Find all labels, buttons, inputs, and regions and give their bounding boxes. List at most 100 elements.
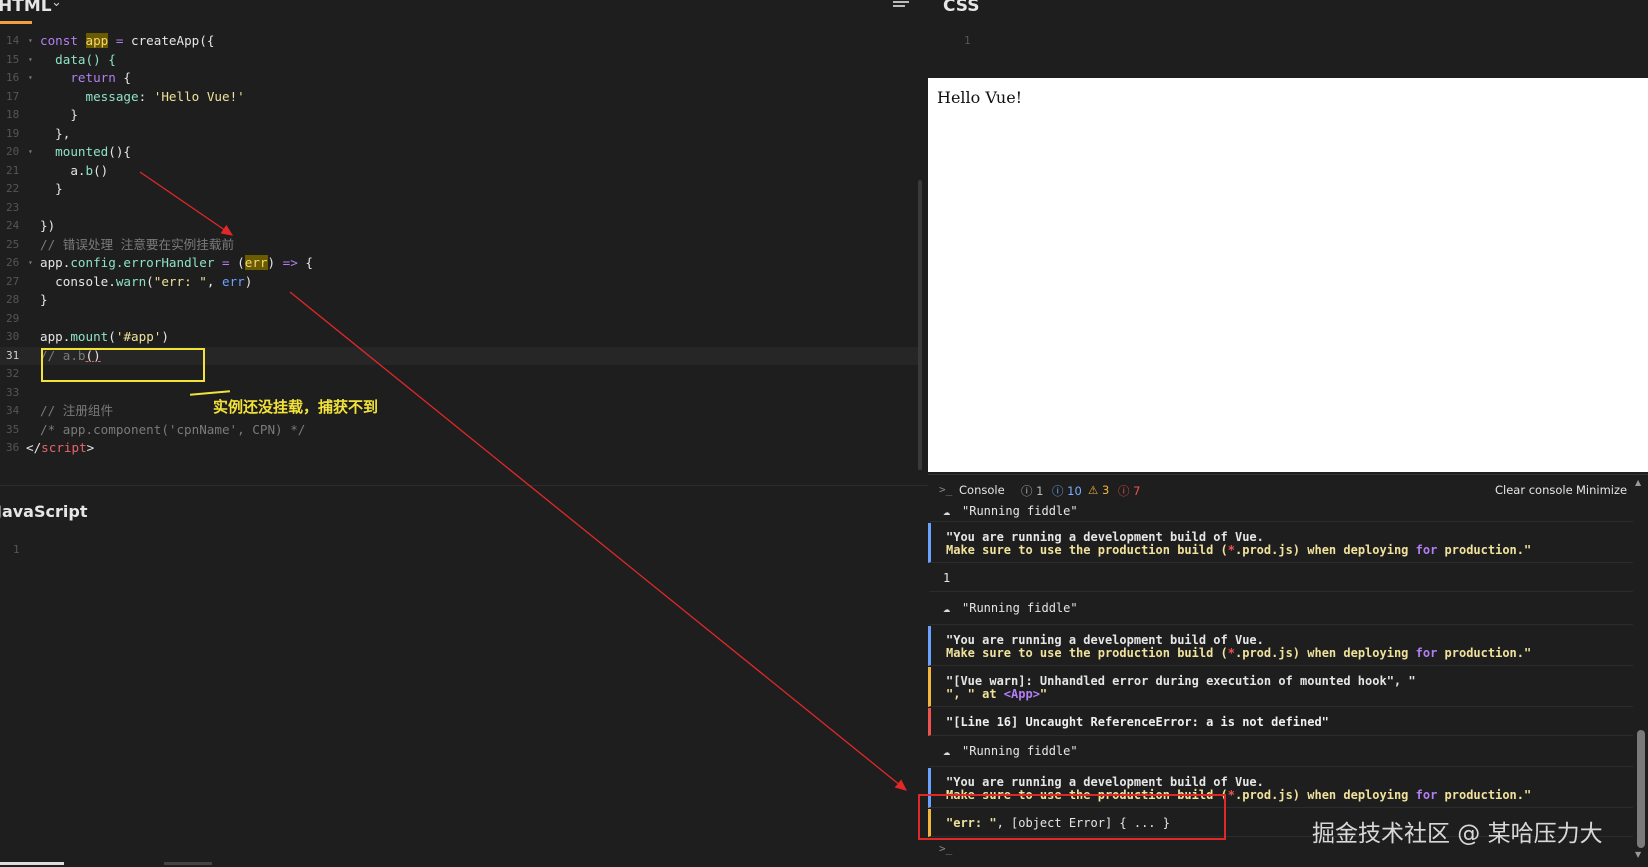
scroll-thumb[interactable] — [0, 862, 64, 865]
html-code-editor[interactable]: 14 ▾ const app = createApp({ 15 ▾ data() { … — [0, 32, 920, 462]
line-number: 21 — [6, 163, 20, 177]
console-text: "You are running a development build of … — [946, 775, 1264, 789]
code-token: data() { — [40, 51, 116, 67]
code-line[interactable]: 33 — [0, 384, 920, 403]
terminal-icon: >_ — [939, 483, 953, 496]
tidy-icon[interactable] — [893, 0, 909, 11]
code-line[interactable]: 35 /* app.component('cpnName', CPN) */ — [0, 421, 920, 440]
console-message: 1 — [928, 564, 1633, 592]
fold-arrow-icon[interactable]: ▾ — [28, 254, 33, 273]
scroll-up-icon[interactable]: ▲ — [1635, 478, 1641, 487]
scroll-down-icon[interactable]: ▼ — [1635, 850, 1641, 859]
error-count[interactable]: ⓘ 7 — [1118, 483, 1140, 499]
css-panel-title[interactable]: CSS — [943, 0, 980, 16]
code-line[interactable]: 29 — [0, 310, 920, 329]
code-token: }, — [40, 125, 71, 141]
fold-arrow-icon[interactable]: ▾ — [28, 143, 33, 162]
fold-arrow-icon[interactable]: ▾ — [28, 69, 33, 88]
code-token: 'Hello Vue!' — [153, 88, 245, 104]
clear-console-button[interactable]: Clear console — [1495, 483, 1573, 497]
code-line[interactable]: 24}) — [0, 217, 920, 236]
annotation-yellow-box — [41, 348, 205, 382]
chevron-down-icon[interactable]: ⌄ — [51, 0, 62, 10]
code-line[interactable]: 34 // 注册组件 — [0, 402, 920, 421]
console-text: Make sure to use the production build ( — [946, 646, 1228, 660]
console-text: production." — [1437, 543, 1532, 557]
cloud-icon: ☁ — [943, 744, 951, 758]
code-line[interactable]: 25 // 错误处理 注意要在实例挂载前 — [0, 236, 920, 255]
warn-count[interactable]: ⚠ 3 — [1088, 483, 1109, 497]
code-line[interactable]: 23 — [0, 199, 920, 218]
line-number: 32 — [6, 367, 20, 380]
code-token: { — [297, 255, 314, 270]
code-comment: // 错误处理 注意要在实例挂载前 — [40, 236, 235, 252]
warning-icon: ⚠ — [1088, 483, 1099, 497]
line-number: 26 — [6, 256, 20, 269]
code-line[interactable]: 30 app.mount('#app') — [0, 328, 920, 347]
console-message-info: "You are running a development build of … — [928, 523, 1633, 563]
preview-message: Hello Vue! — [937, 88, 1023, 107]
line-number: 28 — [6, 293, 20, 306]
code-line[interactable]: 16 ▾ return { — [0, 69, 920, 88]
code-token: > — [86, 440, 95, 455]
code-line[interactable]: 18 } — [0, 106, 920, 125]
right-column: CSS 1 Hello Vue! >_ Console ⓘ 1 ⓘ 10 ⚠ 3… — [928, 0, 1648, 867]
code-token: } — [40, 181, 63, 196]
js-panel-title[interactable]: JavaScript — [0, 502, 87, 521]
info-count-value: 10 — [1067, 484, 1082, 498]
console-text: * — [1227, 543, 1235, 557]
console-title[interactable]: Console — [959, 483, 1005, 497]
info-count[interactable]: ⓘ 10 — [1052, 483, 1082, 499]
code-line[interactable]: 14 ▾ const app = createApp({ — [0, 32, 920, 51]
line-number: 23 — [6, 200, 20, 214]
css-panel[interactable]: CSS 1 — [928, 0, 1648, 78]
panel-divider[interactable] — [0, 485, 928, 486]
result-preview[interactable]: Hello Vue! — [928, 78, 1648, 472]
console-input-prompt[interactable]: >_ — [939, 842, 952, 855]
html-panel-header: HTML ⌄ — [0, 0, 928, 26]
console-text: production." — [1437, 646, 1532, 660]
active-panel-underline — [0, 21, 32, 24]
code-line[interactable]: 27 console.warn("err: ", err) — [0, 273, 920, 292]
bottom-scrollbar[interactable] — [0, 862, 928, 867]
html-editor-column: HTML ⌄ 14 ▾ const app = createApp({ 15 ▾ da… — [0, 0, 928, 867]
log-count[interactable]: ⓘ 1 — [1021, 483, 1043, 499]
fold-arrow-icon[interactable]: ▾ — [28, 32, 33, 51]
code-line[interactable]: 26 ▾ app.config.errorHandler = (err) => { — [0, 254, 920, 273]
line-number: 29 — [6, 311, 20, 325]
code-line[interactable]: 19 }, — [0, 125, 920, 144]
code-line[interactable]: 22 } — [0, 180, 920, 199]
console-text: .prod.js) when deploying — [1235, 788, 1416, 802]
editor-scrollbar[interactable] — [918, 180, 922, 470]
html-panel-title[interactable]: HTML — [0, 0, 52, 16]
code-token: ) — [161, 329, 169, 344]
console-text: for — [1415, 646, 1438, 660]
code-token: = — [214, 255, 238, 270]
line-number: 31 — [6, 348, 20, 362]
console-text: " — [1039, 687, 1048, 701]
line-number: 19 — [6, 126, 20, 140]
code-line[interactable]: 36 </script> — [0, 439, 920, 458]
line-number: 14 — [6, 34, 20, 47]
code-token: "err: " — [153, 273, 207, 289]
log-icon: ⓘ — [1021, 484, 1033, 498]
code-token: , — [206, 273, 223, 289]
fold-arrow-icon[interactable]: ▾ — [28, 51, 33, 70]
warn-count-value: 3 — [1101, 483, 1110, 497]
code-line[interactable]: 21 a.b() — [0, 162, 920, 181]
code-line[interactable]: 28} — [0, 291, 920, 310]
code-line[interactable]: 20 ▾ mounted(){ — [0, 143, 920, 162]
scroll-thumb[interactable] — [164, 862, 212, 865]
code-token: err — [244, 255, 268, 270]
console-text: production." — [1437, 788, 1532, 802]
console-message: ☁ "Running fiddle" — [928, 737, 1633, 767]
console-text: * — [1227, 788, 1235, 802]
code-token: ) — [244, 273, 253, 289]
code-line[interactable]: 15 ▾ data() { — [0, 51, 920, 70]
minimize-button[interactable]: Minimize — [1576, 483, 1627, 497]
console-scrollbar-thumb[interactable] — [1637, 730, 1645, 848]
code-line[interactable]: 17 message: 'Hello Vue!' — [0, 88, 920, 107]
code-token: console. — [40, 273, 116, 289]
line-number: 17 — [6, 89, 20, 103]
code-token: = — [108, 33, 131, 48]
